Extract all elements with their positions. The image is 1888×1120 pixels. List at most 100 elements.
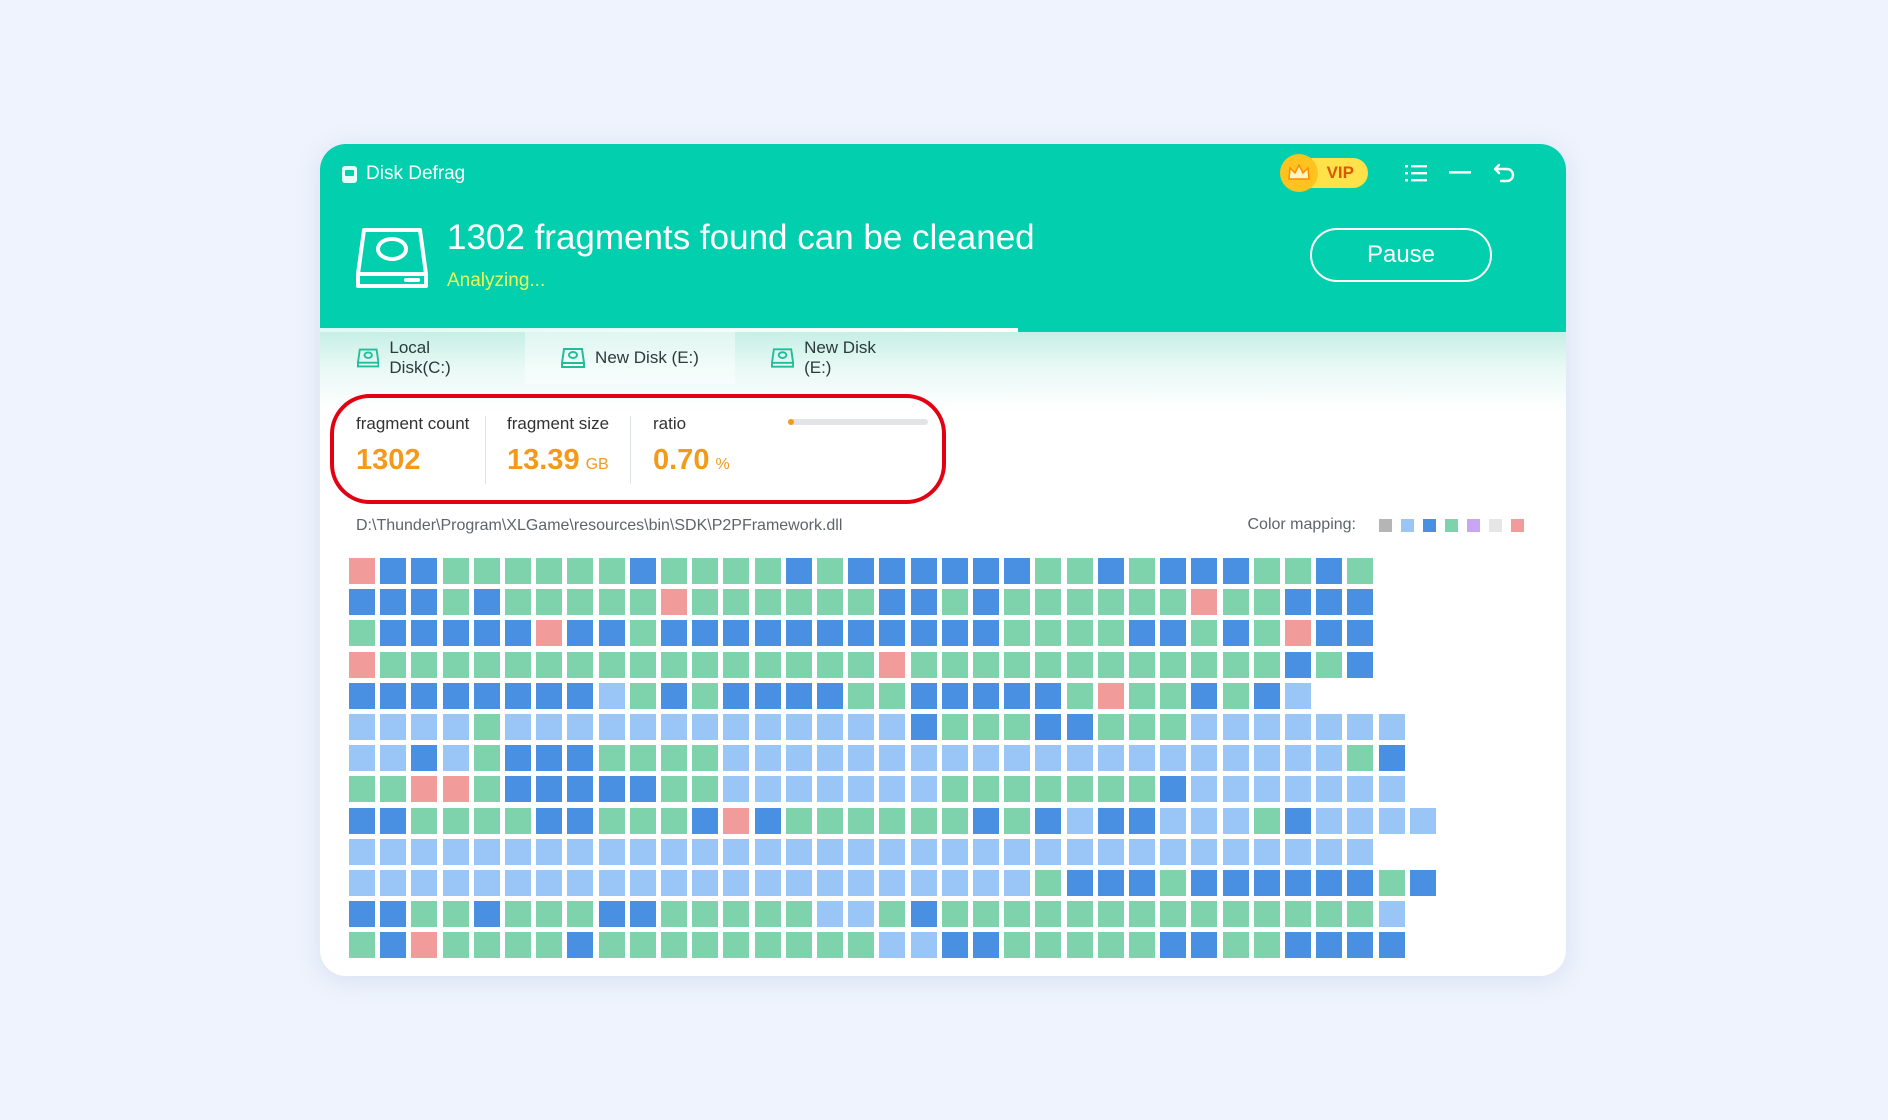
disk-block — [598, 682, 625, 709]
disk-block — [1160, 682, 1187, 709]
disk-block — [661, 901, 687, 928]
disk-block — [411, 838, 438, 865]
disk-block — [567, 901, 594, 928]
disk-block — [380, 558, 407, 584]
disk-block — [692, 682, 719, 709]
vip-badge[interactable]: VIP — [1280, 154, 1368, 192]
disk-block — [1378, 901, 1405, 928]
disk-block — [1160, 807, 1187, 834]
disk-block — [723, 620, 750, 647]
disk-block — [1222, 745, 1249, 772]
disk-block — [661, 745, 687, 772]
disk-block — [442, 714, 469, 740]
pause-button[interactable]: Pause — [1310, 228, 1492, 282]
disk-block — [692, 651, 719, 678]
menu-list-icon — [1405, 165, 1427, 182]
disk-block — [754, 558, 781, 584]
disk-block — [411, 651, 438, 678]
disk-block — [1004, 620, 1031, 647]
tab-new-disk-e-2[interactable]: New Disk (E:) — [735, 332, 940, 384]
disk-block — [723, 682, 750, 709]
disk-block — [910, 558, 937, 584]
disk-block — [692, 589, 719, 616]
ratio-progress-bar — [788, 419, 928, 425]
disk-block — [411, 620, 438, 647]
disk-block — [1253, 714, 1280, 740]
disk-block — [973, 620, 999, 647]
disk-block — [567, 651, 594, 678]
disk-block — [723, 776, 750, 803]
disk-block — [817, 807, 843, 834]
disk-block — [1004, 651, 1031, 678]
disk-block — [848, 932, 875, 959]
disk-block — [1316, 932, 1343, 959]
disk-block — [941, 589, 968, 616]
disk-block — [879, 901, 906, 928]
minimize-button[interactable] — [1438, 153, 1482, 193]
disk-block — [1097, 838, 1124, 865]
scan-status: Analyzing... — [447, 270, 546, 291]
disk-block — [879, 745, 906, 772]
disk-block — [1066, 589, 1093, 616]
disk-block — [505, 838, 531, 865]
disk-block — [598, 651, 625, 678]
disk-block — [910, 651, 937, 678]
disk-block — [723, 651, 750, 678]
tab-new-disk-e-1[interactable]: New Disk (E:) — [525, 332, 735, 384]
disk-block — [1097, 651, 1124, 678]
disk-block — [1035, 901, 1062, 928]
disk-block — [973, 870, 999, 896]
disk-block — [785, 932, 812, 959]
disk-block — [349, 870, 375, 896]
disk-block — [1285, 620, 1311, 647]
disk-block — [661, 870, 687, 896]
disk-block — [380, 870, 407, 896]
fragment-stats-panel: fragment count 1302 fragment size 13.39 G… — [330, 394, 946, 504]
disk-block — [1191, 620, 1218, 647]
disk-block — [1066, 651, 1093, 678]
disk-block — [1129, 589, 1155, 616]
disk-block — [1378, 932, 1405, 959]
disk-block — [785, 620, 812, 647]
disk-block — [473, 838, 500, 865]
disk-block — [1035, 589, 1062, 616]
disk-block — [1347, 714, 1374, 740]
menu-button[interactable] — [1394, 153, 1438, 193]
minimize-icon — [1449, 171, 1471, 174]
back-button[interactable] — [1482, 153, 1526, 193]
disk-block — [973, 776, 999, 803]
disk-block — [536, 776, 563, 803]
disk-block — [380, 745, 407, 772]
disk-block — [1347, 558, 1374, 584]
disk-block — [1066, 682, 1093, 709]
disk-block — [848, 776, 875, 803]
disk-block — [1097, 682, 1124, 709]
disk-block — [910, 620, 937, 647]
disk-block — [473, 776, 500, 803]
disk-block — [598, 714, 625, 740]
disk-block — [1035, 776, 1062, 803]
disk-block — [817, 651, 843, 678]
disk-block — [567, 776, 594, 803]
stat-divider — [485, 416, 486, 484]
disk-block — [1066, 745, 1093, 772]
disk-block — [1066, 558, 1093, 584]
color-swatch — [1445, 518, 1458, 532]
disk-block — [629, 558, 656, 584]
disk-block — [661, 838, 687, 865]
disk-block — [598, 745, 625, 772]
disk-block — [692, 901, 719, 928]
disk-block — [536, 714, 563, 740]
disk-block — [1285, 651, 1311, 678]
disk-block — [349, 807, 375, 834]
disk-block — [505, 901, 531, 928]
disk-block — [848, 901, 875, 928]
disk-block — [754, 807, 781, 834]
disk-block — [973, 651, 999, 678]
disk-block — [1191, 745, 1218, 772]
disk-block — [1222, 651, 1249, 678]
disk-block — [1097, 589, 1124, 616]
disk-block — [785, 589, 812, 616]
disk-block — [1129, 776, 1155, 803]
tab-local-disk-c[interactable]: Local Disk(C:) — [320, 332, 525, 384]
